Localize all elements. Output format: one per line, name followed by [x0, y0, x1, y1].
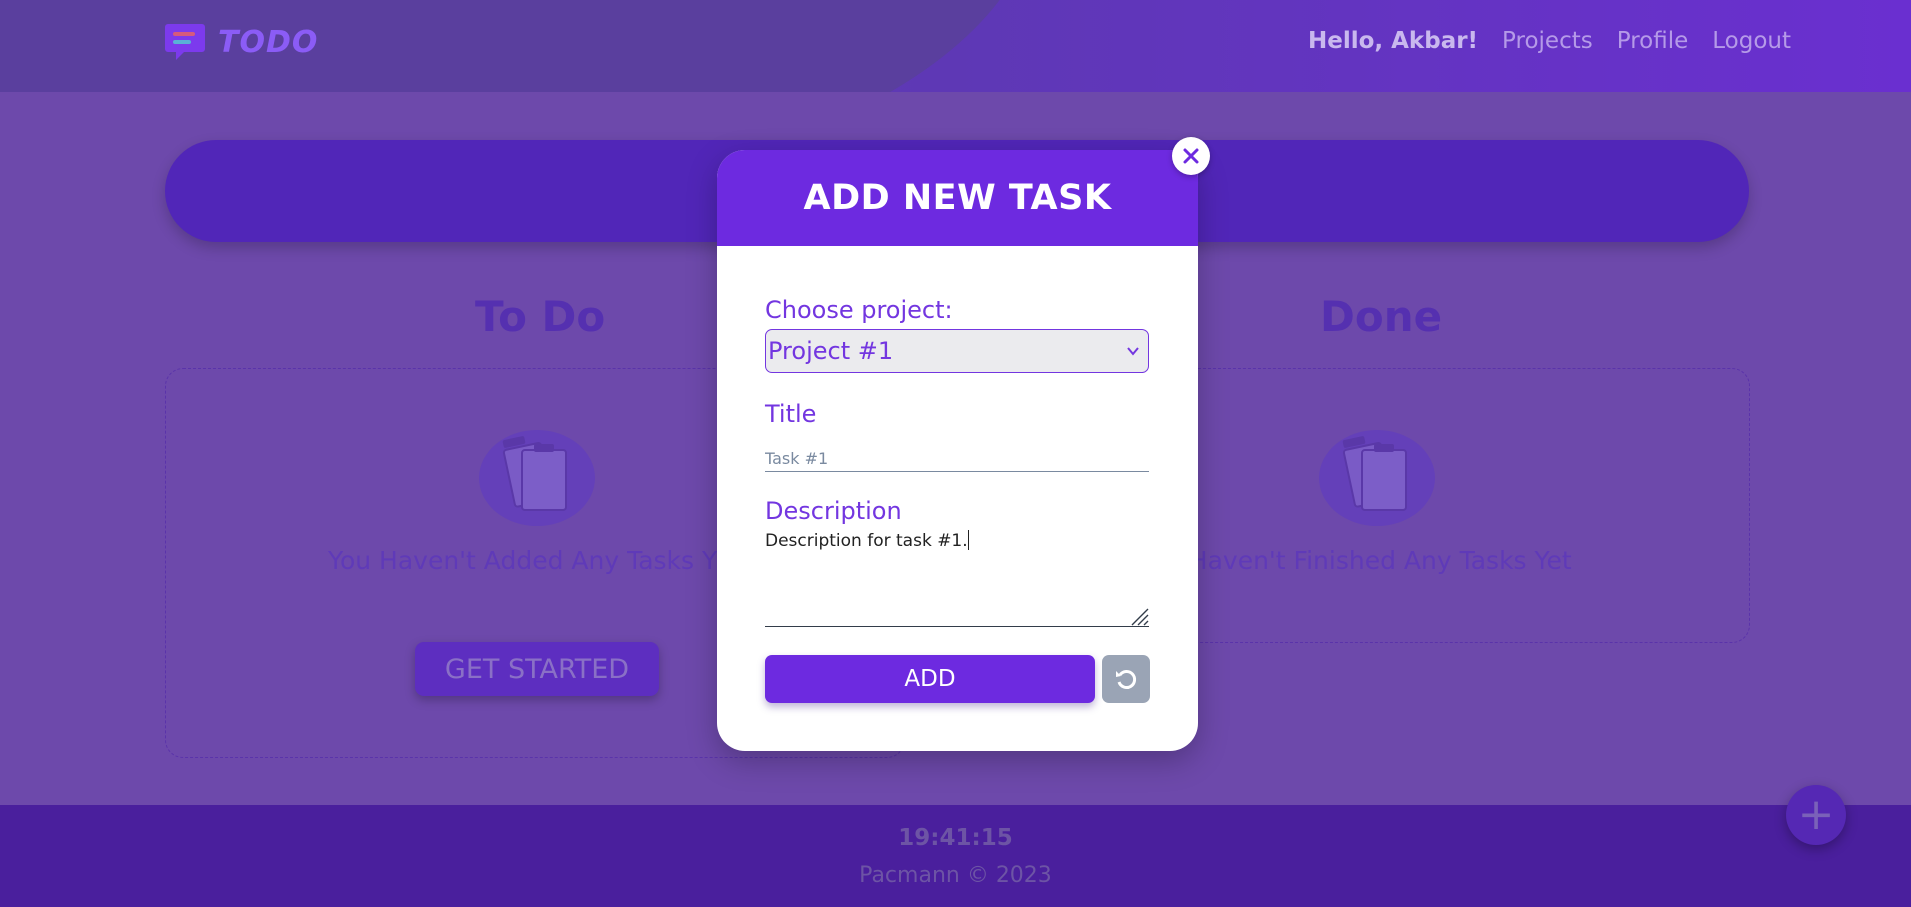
- title-input[interactable]: [765, 446, 1149, 472]
- description-text: Description for task #1.: [765, 531, 968, 551]
- description-textarea[interactable]: Description for task #1.: [765, 530, 1149, 627]
- get-started-button[interactable]: GET STARTED: [415, 642, 659, 696]
- logo[interactable]: TODO: [164, 20, 318, 64]
- user-greeting: Hello, Akbar!: [1307, 28, 1479, 54]
- nav-links: Hello, Akbar! Projects Profile Logout: [1308, 28, 1791, 54]
- nav-link-profile[interactable]: Profile: [1617, 28, 1689, 54]
- add-task-fab[interactable]: +: [1786, 785, 1846, 845]
- add-task-modal: ADD NEW TASK Choose project: Project #1 …: [717, 150, 1198, 751]
- close-modal-button[interactable]: [1172, 137, 1210, 175]
- clipboard-icon: [479, 430, 595, 526]
- done-column: [1170, 368, 1750, 643]
- close-icon: [1183, 148, 1199, 164]
- plus-icon: +: [1797, 789, 1835, 840]
- clipboard-icon: [1319, 430, 1435, 526]
- description-label: Description: [765, 497, 902, 525]
- todo-empty-message: You Haven't Added Any Tasks Y: [328, 546, 718, 575]
- nav-link-projects[interactable]: Projects: [1502, 28, 1593, 54]
- chat-bubble-icon: [165, 24, 205, 60]
- modal-header: ADD NEW TASK: [717, 150, 1198, 246]
- logo-text: TODO: [218, 24, 319, 60]
- chevron-down-icon: [1127, 347, 1139, 356]
- navbar-decoration: [0, 0, 1040, 92]
- project-label: Choose project:: [765, 296, 953, 324]
- project-select-value: Project #1: [768, 337, 894, 365]
- project-select[interactable]: Project #1: [765, 329, 1149, 373]
- reset-button[interactable]: [1102, 655, 1150, 703]
- add-button[interactable]: ADD: [765, 655, 1095, 703]
- title-label: Title: [765, 400, 817, 428]
- nav-link-logout[interactable]: Logout: [1712, 28, 1791, 54]
- resize-grip-icon[interactable]: [1127, 604, 1149, 626]
- modal-title: ADD NEW TASK: [803, 178, 1112, 218]
- todo-column-title: To Do: [475, 292, 606, 341]
- reset-icon: [1116, 670, 1137, 689]
- text-caret: [967, 530, 969, 550]
- footer-clock: 19:41:15: [898, 825, 1013, 851]
- navbar: TODO Hello, Akbar! Projects Profile Logo…: [0, 0, 1911, 92]
- footer-copyright: Pacmann © 2023: [859, 863, 1052, 888]
- done-column-title: Done: [1320, 292, 1443, 341]
- done-empty-message: u Haven't Finished Any Tasks Yet: [1165, 546, 1572, 575]
- footer: 19:41:15 Pacmann © 2023: [0, 805, 1911, 907]
